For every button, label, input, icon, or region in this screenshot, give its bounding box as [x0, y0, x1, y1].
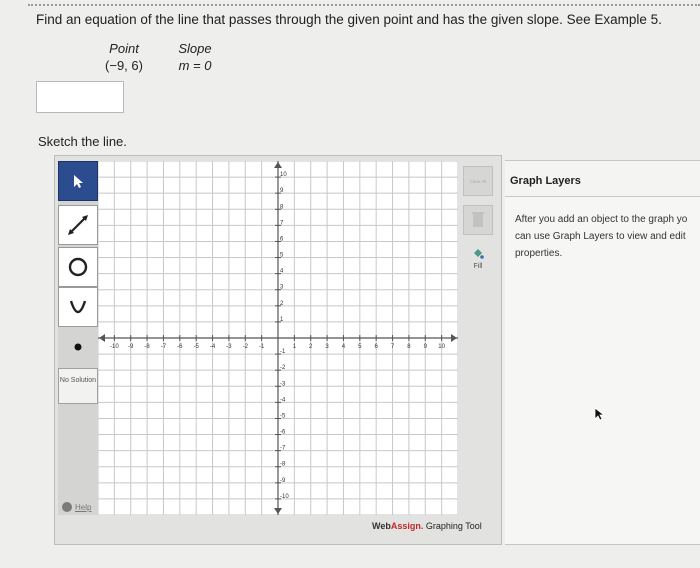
- y-tick-label: -6: [280, 430, 286, 436]
- help-icon: [62, 502, 72, 512]
- x-axis-arrow-left: [99, 334, 105, 342]
- y-tick-label: -3: [280, 381, 286, 387]
- clear-all-button[interactable]: Clear All: [463, 166, 493, 196]
- graph-layers-help-line: After you add an object to the graph yo: [515, 214, 688, 225]
- slope-value: m = 0: [178, 58, 212, 73]
- x-tick-label: -3: [226, 344, 232, 350]
- grid-svg[interactable]: -10 -9 -8 -7 -6 -5 -4 -3 -2 -1 1 2 3 4 5 6 7 8 9 1010987654…: [97, 160, 459, 516]
- graph-layers-help-line: properties.: [515, 248, 563, 259]
- slope-column: Slope m = 0: [172, 41, 218, 73]
- x-tick-label: 1: [293, 344, 297, 350]
- x-tick-label: -10: [110, 344, 119, 350]
- no-solution-button[interactable]: No Solution: [58, 368, 98, 404]
- top-divider: [28, 4, 700, 6]
- x-tick-label: -6: [177, 344, 183, 350]
- webassign-brand: WebAssign. Graphing Tool: [372, 521, 482, 531]
- parabola-tool-button[interactable]: [58, 287, 98, 327]
- y-tick-label: -4: [280, 397, 286, 403]
- x-tick-label: -8: [144, 344, 150, 350]
- pointer-tool-button[interactable]: [58, 161, 98, 201]
- y-tick-label: -2: [280, 365, 286, 371]
- brand-web: Web: [372, 521, 391, 531]
- y-tick-label: 10: [280, 172, 287, 178]
- x-tick-label: -5: [194, 344, 200, 350]
- graph-layers-help: After you add an object to the graph yo …: [515, 211, 700, 262]
- x-tick-label: 8: [407, 344, 411, 350]
- delete-button[interactable]: [463, 205, 493, 235]
- brand-tail: Graphing Tool: [423, 521, 482, 531]
- x-tick-label: 10: [438, 344, 445, 350]
- question-text: Find an equation of the line that passes…: [36, 12, 662, 27]
- fill-bucket-icon: [474, 249, 484, 259]
- y-axis-arrow-down: [274, 508, 282, 514]
- x-tick-label: 9: [424, 344, 428, 350]
- brand-assign: Assign.: [390, 521, 424, 531]
- x-tick-label: 7: [391, 344, 395, 350]
- x-tick-label: 3: [325, 344, 329, 350]
- graph-layers-help-line: can use Graph Layers to view and edit: [515, 231, 686, 242]
- trash-icon: [472, 212, 484, 227]
- line-tool-button[interactable]: [58, 205, 98, 245]
- x-tick-label: 6: [375, 344, 379, 350]
- parabola-tool-icon: [69, 300, 87, 314]
- point-column: Point (−9, 6): [104, 41, 144, 73]
- help-link[interactable]: Help: [62, 502, 91, 512]
- circle-tool-icon: [68, 257, 88, 277]
- graph-layers-title: Graph Layers: [510, 175, 581, 187]
- point-tool-icon: [74, 343, 82, 351]
- point-header: Point: [109, 41, 139, 56]
- y-tick-label: -9: [280, 478, 286, 484]
- point-tool-button[interactable]: [58, 328, 98, 366]
- coordinate-grid[interactable]: -10 -9 -8 -7 -6 -5 -4 -3 -2 -1 1 2 3 4 5 6 7 8 9 10 10 9 8 7 6 5 4…: [97, 160, 459, 516]
- x-tick-label: -1: [259, 344, 265, 350]
- y-tick-label: -5: [280, 413, 286, 419]
- x-tick-label: 2: [309, 344, 313, 350]
- x-tick-label: -9: [128, 344, 134, 350]
- fill-label: Fill: [473, 263, 483, 270]
- pointer-icon: [74, 175, 83, 188]
- help-label: Help: [75, 502, 92, 512]
- y-tick-label: -1: [280, 349, 286, 355]
- y-tick-label: -10: [280, 494, 289, 500]
- point-value: (−9, 6): [105, 58, 143, 73]
- x-tick-label: 5: [358, 344, 362, 350]
- x-tick-label: -7: [161, 344, 167, 350]
- slope-header: Slope: [178, 41, 212, 56]
- fill-button[interactable]: Fill: [463, 247, 493, 270]
- y-axis-arrow-up: [274, 162, 282, 168]
- x-tick-label: -4: [210, 344, 216, 350]
- x-axis-arrow-right: [451, 334, 457, 342]
- answer-input[interactable]: [36, 81, 124, 113]
- y-tick-label: -8: [280, 462, 286, 468]
- mouse-cursor-icon: [594, 407, 606, 421]
- line-tool-icon: [68, 215, 88, 235]
- sketch-label: Sketch the line.: [38, 134, 127, 149]
- y-tick-label: -7: [280, 446, 286, 452]
- x-tick-label: 4: [342, 344, 346, 350]
- circle-tool-button[interactable]: [58, 247, 98, 287]
- x-tick-label: -2: [243, 344, 249, 350]
